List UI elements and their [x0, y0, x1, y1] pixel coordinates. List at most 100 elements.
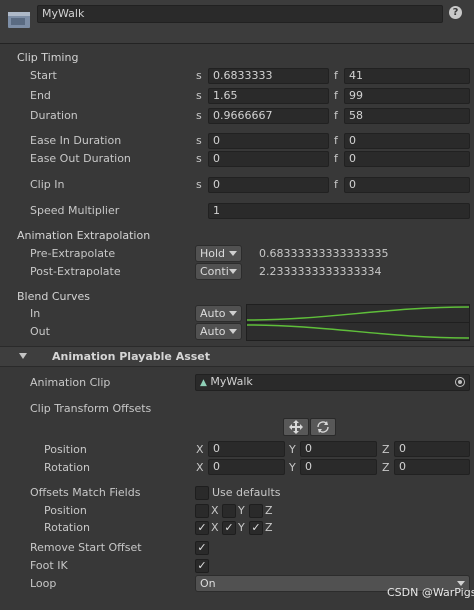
timeline-clip-icon — [7, 9, 31, 33]
match-position-z-checkbox[interactable] — [249, 504, 263, 518]
start-f-unit: f — [334, 69, 338, 82]
clip-timing-header: Clip Timing — [17, 51, 79, 64]
use-defaults-checkbox[interactable] — [195, 486, 209, 500]
object-picker-icon[interactable] — [455, 377, 465, 387]
blend-in-label: In — [30, 307, 41, 320]
match-position-label: Position — [44, 504, 87, 517]
match-rotation-y-checkbox[interactable]: ✓ — [222, 521, 236, 535]
speed-multiplier-label: Speed Multiplier — [30, 204, 120, 217]
clip-in-s-unit: s — [196, 178, 202, 191]
offset-position-x-field[interactable]: 0 — [208, 441, 285, 457]
start-seconds-field[interactable]: 0.6833333 — [208, 68, 329, 84]
offset-position-label: Position — [44, 443, 87, 456]
post-extrapolate-label: Post-Extrapolate — [30, 265, 121, 278]
offset-rotation-label: Rotation — [44, 461, 91, 474]
clip-in-f-unit: f — [334, 178, 338, 191]
clip-transform-offsets-label: Clip Transform Offsets — [30, 402, 152, 415]
ease-in-frames-field[interactable]: 0 — [344, 133, 470, 149]
offset-rotation-x-field[interactable]: 0 — [208, 459, 285, 475]
post-extrapolate-value: 2.2333333333333334 — [259, 265, 382, 278]
end-seconds-field[interactable]: 1.65 — [208, 88, 329, 104]
offset-position-y-label: Y — [289, 443, 296, 456]
pre-extrapolate-value: 0.68333333333333335 — [259, 247, 389, 260]
post-extrapolate-mode: Conti — [200, 265, 229, 278]
chevron-down-icon — [229, 329, 237, 334]
ease-in-f-unit: f — [334, 134, 338, 147]
blend-out-curve[interactable] — [246, 322, 470, 341]
offset-position-z-field[interactable]: 0 — [394, 441, 470, 457]
clip-in-seconds-field[interactable]: 0 — [208, 177, 329, 193]
blend-out-label: Out — [30, 325, 50, 338]
pre-extrapolate-dropdown[interactable]: Hold — [195, 245, 242, 262]
foldout-down-icon[interactable] — [19, 353, 27, 359]
end-label: End — [30, 89, 51, 102]
animation-clip-value: MyWalk — [210, 375, 253, 388]
match-rotation-label: Rotation — [44, 521, 91, 534]
end-s-unit: s — [196, 89, 202, 102]
clip-in-frames-field[interactable]: 0 — [344, 177, 470, 193]
end-frames-field[interactable]: 99 — [344, 88, 470, 104]
match-rotation-z-label: Z — [265, 521, 273, 534]
duration-frames-field[interactable]: 58 — [344, 108, 470, 124]
ease-in-s-unit: s — [196, 134, 202, 147]
chevron-down-icon — [229, 311, 237, 316]
ease-out-seconds-field[interactable]: 0 — [208, 151, 329, 167]
offsets-match-fields-label: Offsets Match Fields — [30, 486, 141, 499]
ease-out-f-unit: f — [334, 152, 338, 165]
match-position-y-checkbox[interactable] — [222, 504, 236, 518]
remove-start-offset-checkbox[interactable]: ✓ — [195, 541, 209, 555]
match-position-x-label: X — [211, 504, 219, 517]
blend-in-dropdown[interactable]: Auto — [195, 305, 242, 322]
speed-multiplier-field[interactable]: 1 — [208, 203, 470, 219]
match-rotation-y-label: Y — [238, 521, 245, 534]
duration-f-unit: f — [334, 109, 338, 122]
animation-clip-label: Animation Clip — [30, 376, 111, 389]
blend-in-curve[interactable] — [246, 304, 470, 323]
match-position-z-label: Z — [265, 504, 273, 517]
animation-clip-field[interactable]: ▲ MyWalk — [195, 374, 470, 391]
duration-s-unit: s — [196, 109, 202, 122]
match-rotation-z-checkbox[interactable]: ✓ — [249, 521, 263, 535]
offset-rotation-z-field[interactable]: 0 — [394, 459, 470, 475]
start-label: Start — [30, 69, 57, 82]
checkmark-icon: ✓ — [197, 559, 207, 572]
remove-start-offset-label: Remove Start Offset — [30, 541, 142, 554]
foot-ik-label: Foot IK — [30, 559, 68, 572]
match-rotation-x-checkbox[interactable]: ✓ — [195, 521, 209, 535]
post-extrapolate-dropdown[interactable]: Conti — [195, 263, 242, 280]
use-defaults-label: Use defaults — [212, 486, 281, 499]
pre-extrapolate-mode: Hold — [200, 247, 226, 260]
playable-asset-header: Animation Playable Asset — [52, 350, 211, 363]
clip-in-label: Clip In — [30, 178, 65, 191]
match-position-x-checkbox[interactable] — [195, 504, 209, 518]
rotate-arrows-icon — [317, 421, 329, 433]
rotate-tool-button[interactable] — [310, 418, 336, 436]
blend-out-dropdown[interactable]: Auto — [195, 323, 242, 340]
foot-ik-checkbox[interactable]: ✓ — [195, 559, 209, 573]
chevron-down-icon — [229, 251, 237, 256]
offset-rotation-z-label: Z — [382, 461, 390, 474]
ease-out-frames-field[interactable]: 0 — [344, 151, 470, 167]
chevron-down-icon — [229, 269, 237, 274]
blend-out-mode: Auto — [200, 325, 226, 338]
move-arrows-icon — [289, 420, 303, 434]
offset-position-z-label: Z — [382, 443, 390, 456]
checkmark-icon: ✓ — [197, 541, 207, 554]
start-frames-field[interactable]: 41 — [344, 68, 470, 84]
move-tool-button[interactable] — [283, 418, 309, 436]
match-position-y-label: Y — [238, 504, 245, 517]
loop-value: On — [200, 577, 216, 590]
end-f-unit: f — [334, 89, 338, 102]
offset-rotation-y-field[interactable]: 0 — [300, 459, 377, 475]
offset-position-y-field[interactable]: 0 — [300, 441, 377, 457]
watermark: CSDN @WarPigs — [387, 586, 474, 599]
blend-curves-header: Blend Curves — [17, 290, 91, 303]
question-circle-icon[interactable]: ? — [449, 6, 462, 19]
ease-in-seconds-field[interactable]: 0 — [208, 133, 329, 149]
blend-in-mode: Auto — [200, 307, 226, 320]
offset-rotation-y-label: Y — [289, 461, 296, 474]
clip-name-input[interactable]: MyWalk — [37, 5, 443, 23]
offset-rotation-x-label: X — [196, 461, 204, 474]
duration-seconds-field[interactable]: 0.9666667 — [208, 108, 329, 124]
start-s-unit: s — [196, 69, 202, 82]
